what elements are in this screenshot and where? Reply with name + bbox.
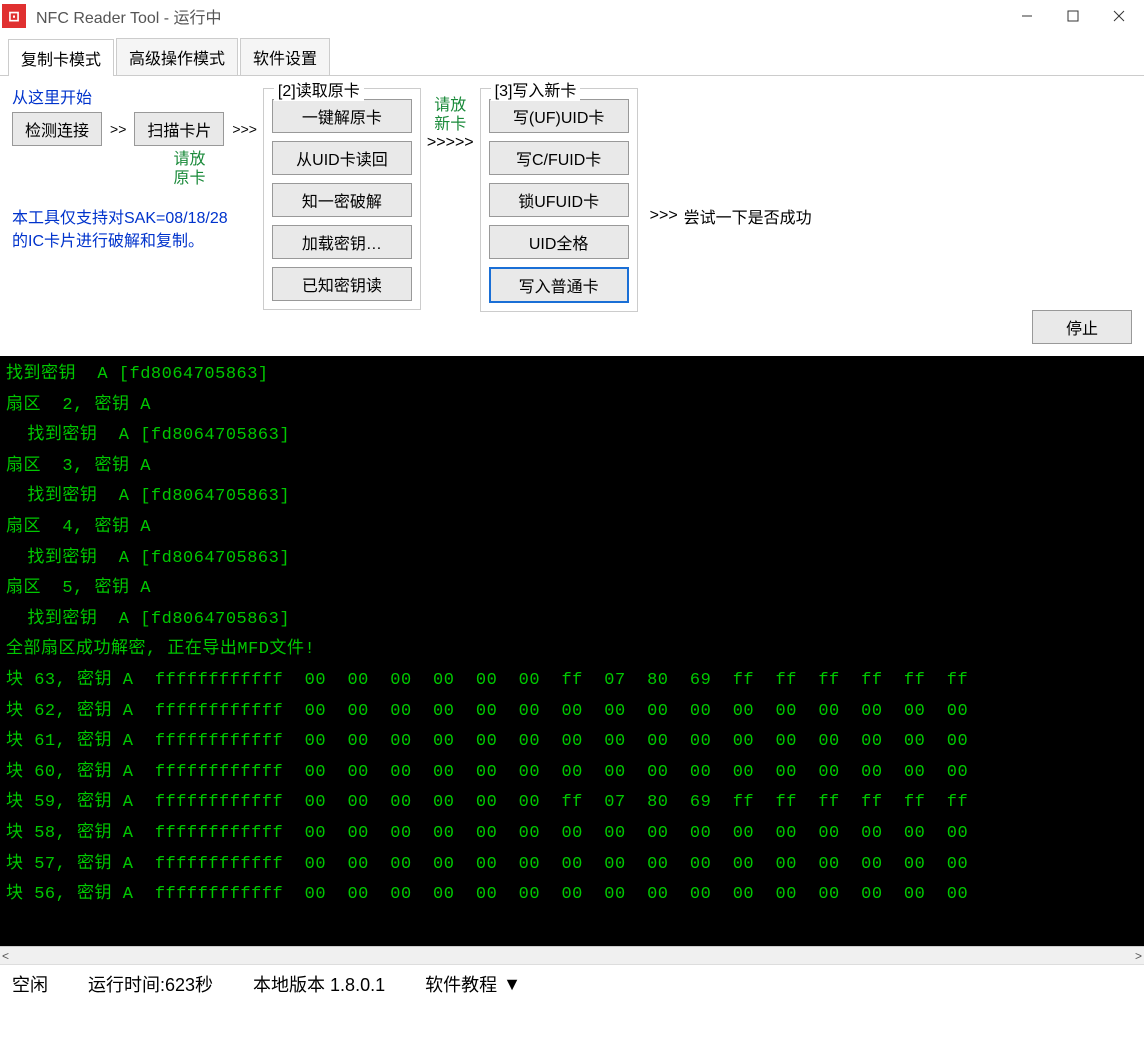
close-button[interactable] xyxy=(1096,0,1142,32)
tab-copy-mode[interactable]: 复制卡模式 xyxy=(8,39,114,76)
arrow-3: >>>>> xyxy=(427,134,474,152)
tutorial-label: 软件教程 xyxy=(425,971,497,997)
console-line: 找到密钥 A [fd8064705863] xyxy=(6,605,1138,636)
console-line: 找到密钥 A [fd8064705863] xyxy=(6,544,1138,575)
console-line: 扇区 3, 密钥 A xyxy=(6,452,1138,483)
load-keys-button[interactable]: 加载密钥… xyxy=(272,225,412,259)
support-note: 本工具仅支持对SAK=08/18/28 的IC卡片进行破解和复制。 xyxy=(12,208,257,253)
console-line: 块 62, 密钥 A ffffffffffff 00 00 00 00 00 0… xyxy=(6,697,1138,728)
write-cfuid-button[interactable]: 写C/FUID卡 xyxy=(489,141,629,175)
console-line: 找到密钥 A [fd8064705863] xyxy=(6,421,1138,452)
titlebar: ⊡ NFC Reader Tool - 运行中 xyxy=(0,0,1144,32)
lock-ufuid-button[interactable]: 锁UFUID卡 xyxy=(489,183,629,217)
console-line: 块 63, 密钥 A ffffffffffff 00 00 00 00 00 0… xyxy=(6,666,1138,697)
scan-card-button[interactable]: 扫描卡片 xyxy=(134,112,224,146)
arrow-4: >>> xyxy=(650,207,678,225)
group-write-new: [3]写入新卡 写(UF)UID卡 写C/FUID卡 锁UFUID卡 UID全格… xyxy=(480,88,638,312)
group-read-original: [2]读取原卡 一键解原卡 从UID卡读回 知一密破解 加载密钥… 已知密钥读 xyxy=(263,88,421,310)
group-read-legend: [2]读取原卡 xyxy=(274,77,364,101)
console-line: 扇区 5, 密钥 A xyxy=(6,574,1138,605)
tab-settings[interactable]: 软件设置 xyxy=(240,38,330,75)
write-normal-card-button[interactable]: 写入普通卡 xyxy=(489,267,629,303)
try-label: 尝试一下是否成功 xyxy=(684,204,812,228)
tutorial-dropdown[interactable]: 软件教程 ▼ xyxy=(425,971,521,997)
console-line: 块 61, 密钥 A ffffffffffff 00 00 00 00 00 0… xyxy=(6,727,1138,758)
chevron-down-icon: ▼ xyxy=(503,974,521,995)
read-from-uid-button[interactable]: 从UID卡读回 xyxy=(272,141,412,175)
tab-bar: 复制卡模式 高级操作模式 软件设置 xyxy=(0,34,1144,76)
stop-button[interactable]: 停止 xyxy=(1032,310,1132,344)
horizontal-scrollbar[interactable]: < > xyxy=(0,946,1144,964)
window-title: NFC Reader Tool - 运行中 xyxy=(36,4,1004,28)
group-write-legend: [3]写入新卡 xyxy=(491,77,581,101)
write-uf-uid-button[interactable]: 写(UF)UID卡 xyxy=(489,99,629,133)
console-line: 块 56, 密钥 A ffffffffffff 00 00 00 00 00 0… xyxy=(6,880,1138,911)
known-one-crack-button[interactable]: 知一密破解 xyxy=(272,183,412,217)
minimize-button[interactable] xyxy=(1004,0,1050,32)
detect-connection-button[interactable]: 检测连接 xyxy=(12,112,102,146)
console-line: 块 58, 密钥 A ffffffffffff 00 00 00 00 00 0… xyxy=(6,819,1138,850)
hint-place-new: 请放 新卡 xyxy=(434,96,466,134)
hint-place-original: 请放 原卡 xyxy=(122,150,257,188)
start-here-label: 从这里开始 xyxy=(12,84,257,108)
scroll-right-icon[interactable]: > xyxy=(1135,949,1142,963)
maximize-button[interactable] xyxy=(1050,0,1096,32)
console-line: 找到密钥 A [fd8064705863] xyxy=(6,360,1138,391)
status-version: 本地版本 1.8.0.1 xyxy=(253,971,385,997)
known-key-read-button[interactable]: 已知密钥读 xyxy=(272,267,412,301)
console-line: 找到密钥 A [fd8064705863] xyxy=(6,482,1138,513)
uid-format-button[interactable]: UID全格 xyxy=(489,225,629,259)
status-bar: 空闲 运行时间:623秒 本地版本 1.8.0.1 软件教程 ▼ xyxy=(0,964,1144,1003)
control-panel: 从这里开始 检测连接 >> 扫描卡片 >>> 请放 原卡 本工具仅支持对SAK=… xyxy=(0,76,1144,356)
console-line: 扇区 4, 密钥 A xyxy=(6,513,1138,544)
status-runtime: 运行时间:623秒 xyxy=(88,971,213,997)
console-line: 全部扇区成功解密, 正在导出MFD文件! xyxy=(6,635,1138,666)
console-line: 块 59, 密钥 A ffffffffffff 00 00 00 00 00 0… xyxy=(6,788,1138,819)
app-icon: ⊡ xyxy=(2,4,26,28)
scroll-left-icon[interactable]: < xyxy=(2,949,9,963)
console-line: 块 60, 密钥 A ffffffffffff 00 00 00 00 00 0… xyxy=(6,758,1138,789)
arrow-2: >>> xyxy=(232,121,257,137)
console-output[interactable]: 找到密钥 A [fd8064705863]扇区 2, 密钥 A 找到密钥 A [… xyxy=(0,356,1144,946)
console-line: 块 57, 密钥 A ffffffffffff 00 00 00 00 00 0… xyxy=(6,850,1138,881)
status-idle: 空闲 xyxy=(12,971,48,997)
onekey-decrypt-button[interactable]: 一键解原卡 xyxy=(272,99,412,133)
tab-advanced-mode[interactable]: 高级操作模式 xyxy=(116,38,238,75)
arrow-1: >> xyxy=(110,121,126,137)
console-line: 扇区 2, 密钥 A xyxy=(6,391,1138,422)
